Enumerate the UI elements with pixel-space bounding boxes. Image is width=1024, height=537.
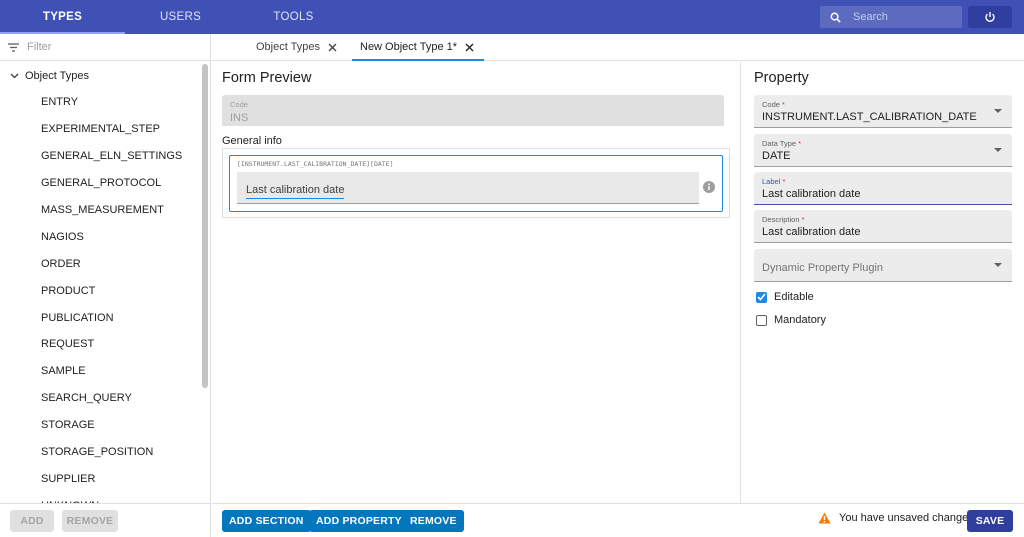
tree-item[interactable]: PUBLICATION [0, 304, 211, 331]
description-value[interactable]: Last calibration date [762, 226, 1004, 238]
property-panel: Property Code * INSTRUMENT.LAST_CALIBRAT… [742, 62, 1024, 503]
tree-item[interactable]: ORDER [0, 250, 211, 277]
check-icon [757, 293, 766, 301]
editable-checkbox-row[interactable]: Editable [756, 291, 814, 303]
plugin-placeholder: Dynamic Property Plugin [762, 262, 884, 274]
tree-item[interactable]: MASS_MEASUREMENT [0, 197, 211, 224]
tree-item[interactable]: SAMPLE [0, 358, 211, 385]
description-label: Description [762, 215, 800, 224]
mandatory-checkbox[interactable] [756, 314, 767, 326]
add-button[interactable]: ADD [10, 509, 54, 532]
left-footer: ADD REMOVE [0, 503, 211, 537]
close-icon[interactable] [328, 43, 337, 52]
app-bar: TYPES USERS TOOLS [0, 0, 1024, 34]
dynamic-plugin-select[interactable]: Dynamic Property Plugin [754, 249, 1012, 282]
tree-item[interactable]: REQUEST [0, 331, 211, 358]
object-types-browser: Object Types ENTRYEXPERIMENTAL_STEPGENER… [0, 34, 211, 537]
search-input[interactable] [853, 11, 953, 23]
tree-root-object-types[interactable]: Object Types [0, 62, 211, 89]
tree-item[interactable]: PRODUCT [0, 277, 211, 304]
search-icon [830, 12, 841, 23]
section-general-info[interactable]: [INSTRUMENT.LAST_CALIBRATION_DATE][DATE]… [222, 148, 730, 218]
property-code: [INSTRUMENT.LAST_CALIBRATION_DATE][DATE] [237, 160, 394, 168]
dropdown-arrow-icon[interactable] [994, 148, 1002, 152]
code-select[interactable]: Code * INSTRUMENT.LAST_CALIBRATION_DATE [754, 95, 1012, 128]
tree-item[interactable]: SEARCH_QUERY [0, 385, 211, 412]
remove-button[interactable]: REMOVE [403, 510, 464, 532]
tree-item[interactable]: GENERAL_ELN_SETTINGS [0, 143, 211, 170]
save-button[interactable]: SAVE [967, 510, 1013, 532]
label-field-label: Label [762, 177, 781, 186]
tree-scrollbar[interactable] [202, 64, 208, 388]
filter-icon [8, 42, 19, 52]
required-marker: * [782, 100, 785, 109]
label-field-value[interactable]: Last calibration date [762, 188, 1004, 200]
label-field[interactable]: Label * Last calibration date [754, 172, 1012, 205]
info-icon[interactable] [703, 181, 715, 193]
filter-row [0, 34, 210, 61]
tab-object-types[interactable]: Object Types [256, 34, 337, 60]
tree-item[interactable]: EXPERIMENTAL_STEP [0, 116, 211, 143]
property-preview-value: Last calibration date [246, 184, 345, 199]
property-title: Property [754, 70, 809, 86]
tree-item[interactable]: SUPPLIER [0, 465, 211, 492]
selected-property[interactable]: [INSTRUMENT.LAST_CALIBRATION_DATE][DATE]… [229, 155, 723, 212]
form-preview-panel: Form Preview Code INS General info [INST… [212, 62, 741, 503]
data-type-label: Data Type [762, 139, 797, 148]
required-marker: * [801, 215, 805, 224]
nav-tab-users[interactable]: USERS [118, 0, 243, 34]
form-preview-title: Form Preview [222, 70, 312, 86]
close-icon[interactable] [465, 43, 474, 52]
code-label: Code [230, 100, 248, 109]
editor-footer: ADD SECTION ADD PROPERTY REMOVE You have… [212, 503, 1024, 537]
remove-type-button[interactable]: REMOVE [62, 509, 118, 532]
required-marker: * [782, 177, 786, 186]
add-property-button[interactable]: ADD PROPERTY [309, 510, 409, 532]
nav-tab-tools[interactable]: TOOLS [231, 0, 356, 34]
preview-code-field: Code INS [222, 95, 724, 126]
dropdown-arrow-icon[interactable] [994, 109, 1002, 113]
add-section-button[interactable]: ADD SECTION [222, 510, 311, 532]
chevron-down-icon[interactable] [10, 73, 19, 79]
tab-label: Object Types [256, 41, 320, 53]
filter-input[interactable] [27, 41, 177, 53]
required-marker: * [798, 139, 802, 148]
code-value: INS [230, 112, 249, 124]
data-type-select[interactable]: Data Type * DATE [754, 134, 1012, 167]
tree-item[interactable]: STORAGE_POSITION [0, 439, 211, 466]
tree-item[interactable]: ENTRY [0, 89, 211, 116]
mandatory-checkbox-row[interactable]: Mandatory [756, 314, 826, 326]
warning-icon [818, 512, 831, 524]
editable-checkbox[interactable] [756, 291, 767, 303]
power-icon [985, 12, 995, 22]
section-title: General info [222, 135, 282, 147]
description-field[interactable]: Description * Last calibration date [754, 210, 1012, 243]
tab-label: New Object Type 1* [360, 41, 458, 53]
tree-item[interactable]: STORAGE [0, 412, 211, 439]
tree-root-label: Object Types [25, 69, 89, 82]
object-type-tree: Object Types ENTRY EXPERIMENTAL_STEP GENER… [0, 62, 211, 503]
nav-tab-types[interactable]: TYPES [0, 0, 125, 34]
property-preview-input[interactable]: Last calibration date [237, 172, 699, 204]
tree-item[interactable]: UNKNOWN [0, 492, 211, 503]
mandatory-label: Mandatory [774, 314, 826, 326]
search-box[interactable] [820, 6, 962, 28]
editable-label: Editable [774, 291, 814, 303]
unsaved-text: You have unsaved changes [839, 512, 974, 524]
logout-button[interactable] [968, 6, 1012, 28]
unsaved-warning: You have unsaved changes [818, 512, 974, 524]
tab-new-object-type[interactable]: New Object Type 1* [351, 34, 485, 61]
data-type-value: DATE [762, 150, 791, 162]
code-field-label: Code [762, 100, 780, 109]
tree-item[interactable]: GENERAL_PROTOCOL [0, 170, 211, 197]
code-field-value: INSTRUMENT.LAST_CALIBRATION_DATE [762, 111, 977, 123]
dropdown-arrow-icon[interactable] [994, 263, 1002, 267]
tree-item[interactable]: NAGIOS [0, 223, 211, 250]
editor-tabs: Object Types New Object Type 1* [212, 34, 1024, 61]
